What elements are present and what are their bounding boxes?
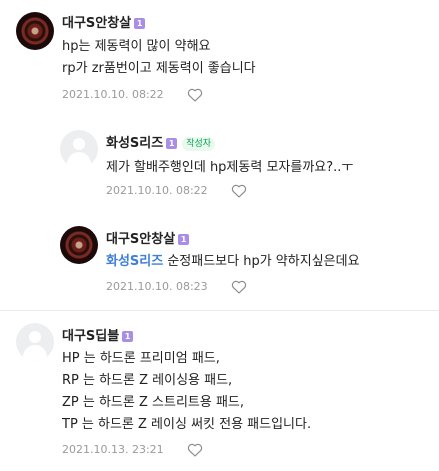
heart-outline-icon[interactable] <box>231 184 247 198</box>
comment-text: 화성S리즈 순정패드보다 hp가 약하지싶은데요 <box>106 254 360 269</box>
reply-item: 화성S리즈 1 작성자 제가 할배주행인데 hp제동력 모자를까요?..ㅜ 2021… <box>0 110 439 205</box>
heart-outline-icon[interactable] <box>187 88 203 102</box>
comment-author[interactable]: 대구S딥블 1 <box>62 325 134 344</box>
comment-date: 2021.10.10. 08:22 <box>106 184 208 197</box>
level-badge-icon: 1 <box>134 18 146 29</box>
heart-outline-icon[interactable] <box>231 280 247 294</box>
comment-date: 2021.10.10. 08:23 <box>106 280 208 293</box>
comment-author[interactable]: 화성S리즈 1 작성자 <box>106 132 216 151</box>
heart-outline-icon[interactable] <box>187 443 203 457</box>
comment-text: 제가 할배주행인데 hp제동력 모자를까요?..ㅜ <box>106 160 354 175</box>
comment-text: hp는 제동력이 많이 약해요 rp가 zr품번이고 제동력이 좋습니다 <box>62 39 256 76</box>
writer-badge: 작성자 <box>182 137 216 151</box>
reply-item: 대구S안창살 1 화성S리즈 순정패드보다 hp가 약하지싶은데요 2021.10… <box>0 205 439 310</box>
comment-date: 2021.10.13. 23:21 <box>62 443 164 456</box>
mention-link[interactable]: 화성S리즈 <box>106 254 163 269</box>
level-badge-icon: 1 <box>178 234 190 245</box>
avatar[interactable] <box>60 130 98 168</box>
avatar[interactable] <box>16 12 54 50</box>
level-badge-icon: 1 <box>122 331 134 342</box>
avatar[interactable] <box>16 323 54 361</box>
avatar[interactable] <box>60 226 98 264</box>
comment-date: 2021.10.10. 08:22 <box>62 88 164 101</box>
comment-item: 대구S안창살 1 hp는 제동력이 많이 약해요 rp가 zr품번이고 제동력이 … <box>0 0 439 110</box>
level-badge-icon: 1 <box>166 138 178 149</box>
comment-item: 대구S딥블 1 HP 는 하드론 프리미엄 패드, RP 는 하드론 Z 레이싱용… <box>0 311 439 471</box>
comment-text: HP 는 하드론 프리미엄 패드, RP 는 하드론 Z 레이싱용 패드, ZP… <box>62 351 312 432</box>
comment-author[interactable]: 대구S안창살 1 <box>62 12 146 31</box>
comment-author[interactable]: 대구S안창살 1 <box>106 228 190 247</box>
